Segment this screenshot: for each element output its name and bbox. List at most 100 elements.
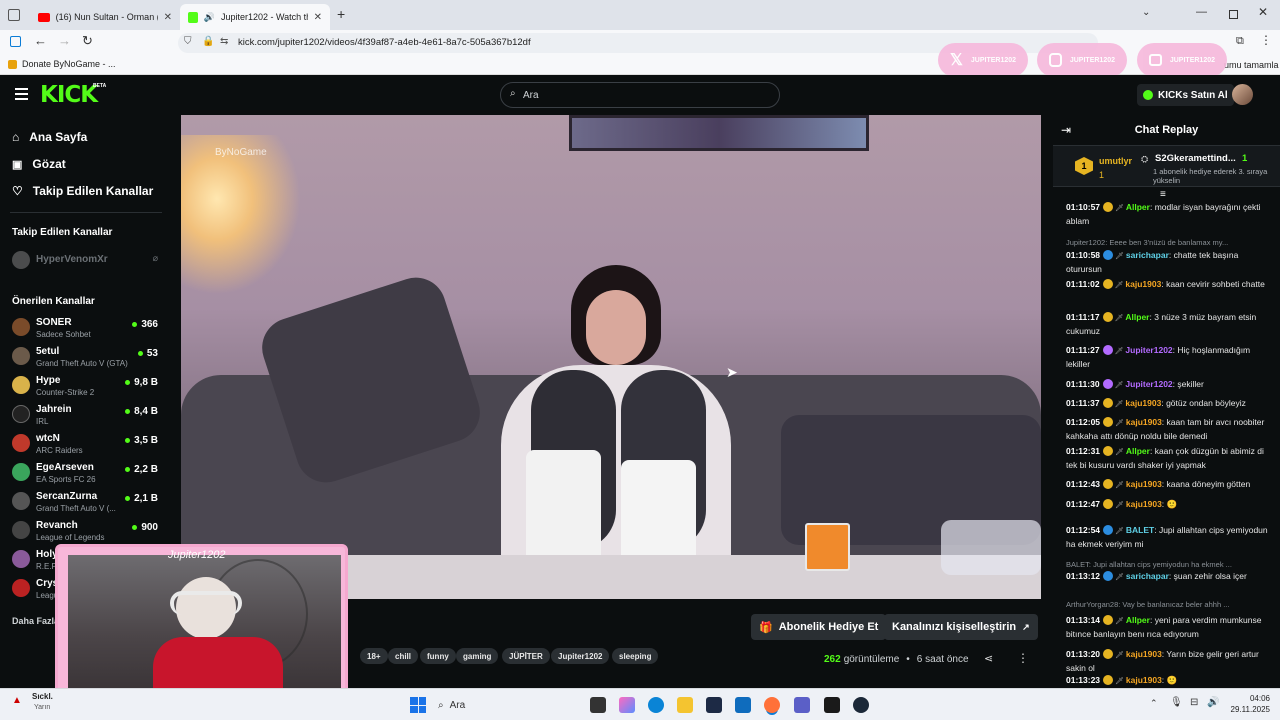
user-badge-icon [1102, 398, 1113, 408]
chat-username[interactable]: sarichapar [1126, 250, 1169, 260]
tag[interactable]: sleeping [612, 648, 659, 664]
chat-username[interactable]: Allper [1125, 312, 1149, 322]
show-more-link[interactable]: Daha Fazla [12, 616, 59, 626]
tab-kick[interactable]: 🔊 Jupiter1202 - Watch the VOD ✕ [180, 4, 330, 30]
shield-icon: ⛉ [184, 36, 192, 47]
live-dot-icon [132, 322, 138, 327]
channel-name: SONER [36, 317, 72, 328]
more-menu-icon[interactable]: ⋮ [1260, 33, 1272, 47]
chat-username[interactable]: kaju1903 [1126, 479, 1162, 489]
followed-channel[interactable]: HyperVenomXr ⌀ [12, 248, 162, 276]
chat-username[interactable]: kaju1903 [1126, 675, 1162, 685]
tab-actions-icon[interactable] [8, 9, 20, 21]
customize-channel-button[interactable]: Kanalınızı kişiselleştirin ↗ [884, 614, 1038, 640]
copilot-icon[interactable] [619, 697, 635, 713]
channel-item[interactable]: SercanZurna Grand Theft Auto V (... 2,1 B [12, 489, 162, 517]
channel-item[interactable]: wtcN ARC Raiders 3,5 B [12, 431, 162, 459]
outlook-icon[interactable] [735, 697, 751, 713]
chat-username[interactable]: Jupiter1202 [1125, 379, 1172, 389]
chat-username[interactable]: kaju1903 [1126, 649, 1162, 659]
extensions-icon[interactable]: ⧉ [1236, 35, 1244, 48]
chat-timestamp: 01:13:20 [1066, 649, 1101, 659]
more-options-icon[interactable]: ⋮ [1017, 651, 1029, 665]
refresh-icon[interactable]: ↻ [82, 33, 93, 49]
gift-subscription-button[interactable]: 🎁 Abonelik Hediye Et [751, 614, 887, 640]
nav-home[interactable]: ⌂ Ana Sayfa [12, 130, 87, 144]
back-icon[interactable]: ← [34, 33, 47, 48]
channel-item[interactable]: Revanch League of Legends 900 [12, 518, 162, 546]
close-window-icon[interactable]: ✕ [1258, 5, 1268, 19]
tag[interactable]: funny [420, 648, 456, 664]
file-explorer-icon[interactable] [677, 697, 693, 713]
edge-icon[interactable] [648, 697, 664, 713]
video-player[interactable]: ByNoGame [181, 115, 1041, 599]
volume-icon[interactable]: 🔊 [1207, 697, 1219, 708]
tab-list-icon[interactable]: ⌄ [1142, 7, 1150, 18]
store-icon[interactable] [706, 697, 722, 713]
chat-message: 01:13:14 🗡 Allper: yeni para verdim mumku… [1066, 615, 1262, 639]
channel-item[interactable]: Hype Counter-Strike 2 9,8 B [12, 373, 162, 401]
expand-icon[interactable]: ≡ [1160, 189, 1166, 200]
chat-username[interactable]: kaju1903 [1125, 279, 1161, 289]
kicks-buy-button[interactable]: KICKs Satın Al [1137, 84, 1234, 106]
tag[interactable]: Jupiter1202 [551, 648, 610, 664]
user-avatar[interactable] [1232, 84, 1253, 105]
kicks-buy-label: KICKs Satın Al [1158, 89, 1228, 101]
recommended-section-title: Önerilen Kanallar [12, 296, 95, 307]
firefox-icon[interactable] [764, 697, 780, 713]
search-input[interactable]: ⌕ Ara [500, 82, 780, 108]
start-icon[interactable] [410, 697, 426, 713]
channel-item[interactable]: 5etul Grand Theft Auto V (GTA) 53 [12, 344, 162, 372]
chat-message: 01:11:37 🗡 kaju1903: götüz ondan böyleyiz [1066, 398, 1246, 408]
chat-username[interactable]: sarichapar [1126, 571, 1169, 581]
tag[interactable]: JÜPİTER [502, 648, 550, 664]
bookmark-bynogame[interactable]: Donate ByNoGame - ... [8, 59, 116, 69]
chat-username[interactable]: kaju1903 [1125, 398, 1161, 408]
taskbar-search[interactable]: ⌕ Ara [438, 696, 578, 714]
chat-timestamp: 01:13:23 [1066, 675, 1101, 685]
chat-username[interactable]: Jupiter1202 [1125, 345, 1172, 355]
task-view-icon[interactable] [590, 697, 606, 713]
clock[interactable]: 04:06 29.11.2025 [1226, 693, 1270, 715]
close-tab-icon[interactable]: ✕ [314, 12, 322, 23]
new-tab-button[interactable]: + [337, 6, 345, 22]
headset [170, 591, 242, 615]
kick-logo[interactable]: KICK [40, 82, 98, 108]
chat-username[interactable]: Allper [1126, 446, 1150, 456]
nav-browse[interactable]: ▣ Gözat [12, 157, 66, 171]
chat-username[interactable]: Allper [1126, 615, 1150, 625]
close-tab-icon[interactable]: ✕ [164, 12, 172, 23]
chat-username[interactable]: kaju1903 [1126, 417, 1162, 427]
live-dot-icon [125, 409, 131, 414]
chat-timestamp: 01:11:02 [1066, 279, 1100, 289]
channel-item[interactable]: EgeArseven EA Sports FC 26 2,2 B [12, 460, 162, 488]
tag[interactable]: gaming [456, 648, 499, 664]
microphone-icon[interactable]: 🎙 [1170, 697, 1183, 708]
tray-overflow-icon[interactable]: ⌃ [1150, 698, 1158, 709]
rank-badge: 1 [1075, 157, 1093, 175]
forward-icon[interactable]: → [58, 33, 71, 48]
minimize-icon[interactable]: — [1196, 6, 1207, 18]
steam-icon[interactable] [853, 697, 869, 713]
weather-widget[interactable]: ▲ [12, 695, 30, 713]
chat-timestamp: 01:13:14 [1066, 615, 1101, 625]
leaderboard-count: 1 [1099, 170, 1105, 180]
site-info-icon[interactable]: ⇆ [220, 36, 228, 47]
maximize-icon[interactable] [1229, 10, 1238, 19]
channel-item[interactable]: Jahrein IRL 8,4 B [12, 402, 162, 430]
teams-icon[interactable] [794, 697, 810, 713]
tag[interactable]: 18+ [360, 648, 388, 664]
collections-icon[interactable] [10, 36, 21, 47]
nav-following[interactable]: ♡ Takip Edilen Kanallar [12, 184, 153, 198]
tag[interactable]: chill [388, 648, 419, 664]
chat-username[interactable]: Allper [1126, 202, 1150, 212]
terminal-icon[interactable] [824, 697, 840, 713]
tab-youtube[interactable]: (16) Nun Sultan - Orman (karan ✕ [30, 4, 180, 30]
chat-username[interactable]: kaju1903 [1126, 499, 1162, 509]
lock-icon[interactable]: 🔒 [202, 36, 214, 47]
share-icon[interactable]: ⋖ [984, 652, 993, 665]
chat-username[interactable]: BALET [1126, 525, 1154, 535]
channel-item[interactable]: SONER Sadece Sohbet 366 [12, 315, 162, 343]
menu-icon[interactable] [15, 88, 28, 100]
network-icon[interactable]: ⊟ [1190, 697, 1198, 708]
